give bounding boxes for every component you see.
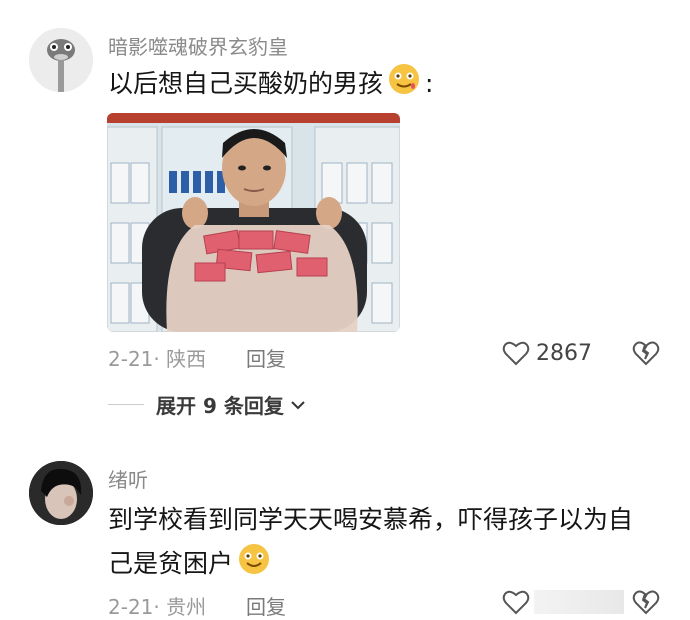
comment-text-line-2: 己是贫困户 [108, 542, 271, 588]
dislike-button[interactable] [632, 589, 660, 619]
username[interactable]: 绪听 [108, 464, 148, 493]
heart-outline-icon [502, 590, 530, 615]
comment-text-body: 以后想自己买酸奶的男孩 [108, 69, 384, 98]
dark-hair-avatar-icon [29, 461, 93, 525]
chevron-down-icon [291, 400, 305, 409]
attached-photo[interactable] [107, 113, 400, 332]
comment-date: 2-21 [108, 595, 154, 619]
username[interactable]: 暗影噬魂破界玄豹皇 [108, 31, 288, 60]
comment-text-line-1: 到学校看到同学天天喝安慕希，吓得孩子以为自 [108, 505, 634, 534]
dislike-button[interactable] [632, 340, 660, 370]
like-count: 2867 [536, 340, 592, 366]
broken-heart-icon [632, 590, 660, 615]
expand-replies-label: 展开 9 条回复 [156, 394, 284, 418]
comment-meta: 2-21· 贵州 [108, 595, 207, 619]
comment-text: 以后想自己买酸奶的男孩 : [108, 62, 433, 108]
heart-outline-icon [502, 341, 530, 366]
like-count-overlay [534, 590, 624, 614]
comment-meta: 2-21· 陕西 [108, 347, 207, 371]
like-button[interactable] [502, 589, 530, 619]
expand-replies[interactable]: 展开 9 条回复 [108, 390, 306, 419]
like-button[interactable]: 2867 [502, 340, 592, 366]
comment-date: 2-21 [108, 347, 154, 371]
comment-colon: : [425, 69, 434, 98]
divider-line [108, 404, 144, 405]
drooling-face-emoji-icon [383, 62, 425, 108]
broken-heart-icon [632, 341, 660, 366]
smiling-face-emoji-icon [233, 542, 271, 588]
reply-button[interactable]: 回复 [246, 591, 286, 620]
avatar[interactable] [29, 28, 93, 92]
man-holding-cash-bag-photo [107, 113, 400, 332]
comment-region: 陕西 [166, 347, 207, 371]
reply-button[interactable]: 回复 [246, 343, 286, 372]
avatar[interactable] [29, 461, 93, 525]
comment-region: 贵州 [166, 595, 207, 619]
comment-text-line-2-body: 己是贫困户 [108, 549, 234, 578]
ostrich-avatar-icon [29, 28, 93, 92]
